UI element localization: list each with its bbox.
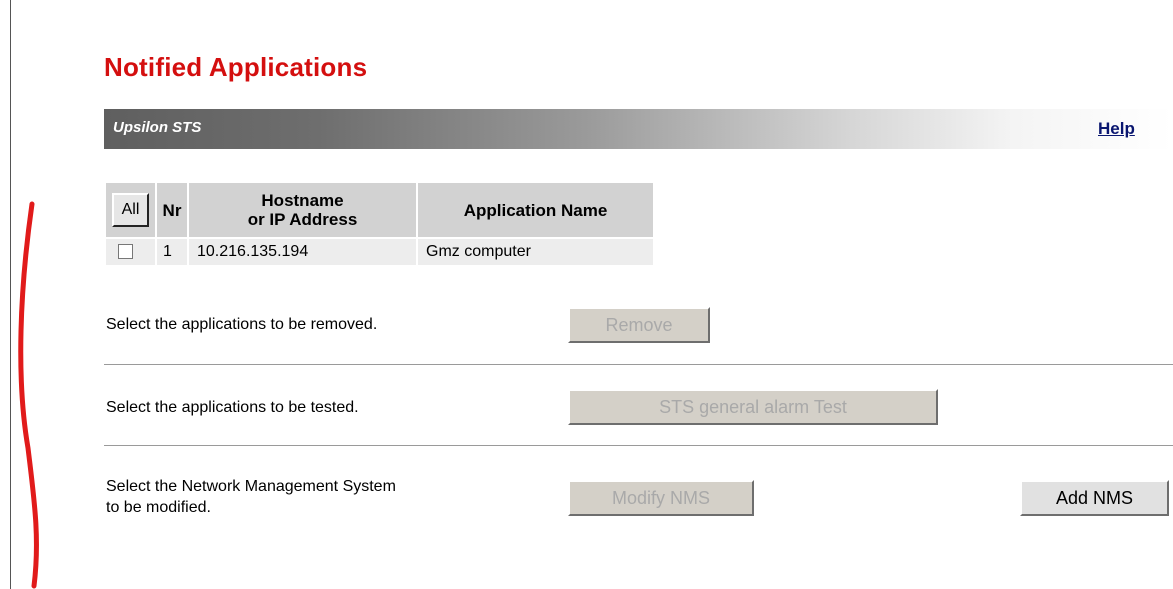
nms-instruction: Select the Network Management System to … xyxy=(106,476,396,518)
row-nr: 1 xyxy=(157,239,187,265)
page-title: Notified Applications xyxy=(104,52,368,82)
table-header-row: All Nr Hostname or IP Address Applicatio… xyxy=(106,183,653,237)
row-application: Gmz computer xyxy=(418,239,653,265)
red-annotation-stroke xyxy=(18,201,39,589)
header-bar xyxy=(104,109,1173,149)
remove-instruction: Select the applications to be removed. xyxy=(106,316,378,333)
table-row: 1 10.216.135.194 Gmz computer xyxy=(106,239,653,265)
modify-nms-button[interactable]: Modify NMS xyxy=(568,480,754,516)
column-header-nr: Nr xyxy=(157,183,187,237)
column-header-hostname: Hostname or IP Address xyxy=(189,183,416,237)
select-all-button[interactable]: All xyxy=(112,193,149,227)
test-instruction: Select the applications to be tested. xyxy=(106,399,359,416)
separator xyxy=(104,445,1173,446)
column-header-hostname-line1: Hostname xyxy=(261,191,344,210)
row-select-cell xyxy=(106,239,155,265)
row-checkbox[interactable] xyxy=(118,244,133,260)
select-all-header: All xyxy=(106,183,155,237)
column-header-hostname-line2: or IP Address xyxy=(247,210,358,229)
column-header-application: Application Name xyxy=(418,183,653,237)
applications-table: All Nr Hostname or IP Address Applicatio… xyxy=(104,181,655,267)
separator xyxy=(104,364,1173,365)
row-host: 10.216.135.194 xyxy=(189,239,416,265)
add-nms-button[interactable]: Add NMS xyxy=(1020,480,1169,516)
header-bar-label: Upsilon STS xyxy=(113,119,202,136)
remove-button[interactable]: Remove xyxy=(568,307,710,343)
nms-instruction-line1: Select the Network Management System xyxy=(106,478,396,495)
help-link[interactable]: Help xyxy=(1098,119,1135,139)
test-button[interactable]: STS general alarm Test xyxy=(568,389,938,425)
nms-instruction-line2: to be modified. xyxy=(106,499,211,516)
